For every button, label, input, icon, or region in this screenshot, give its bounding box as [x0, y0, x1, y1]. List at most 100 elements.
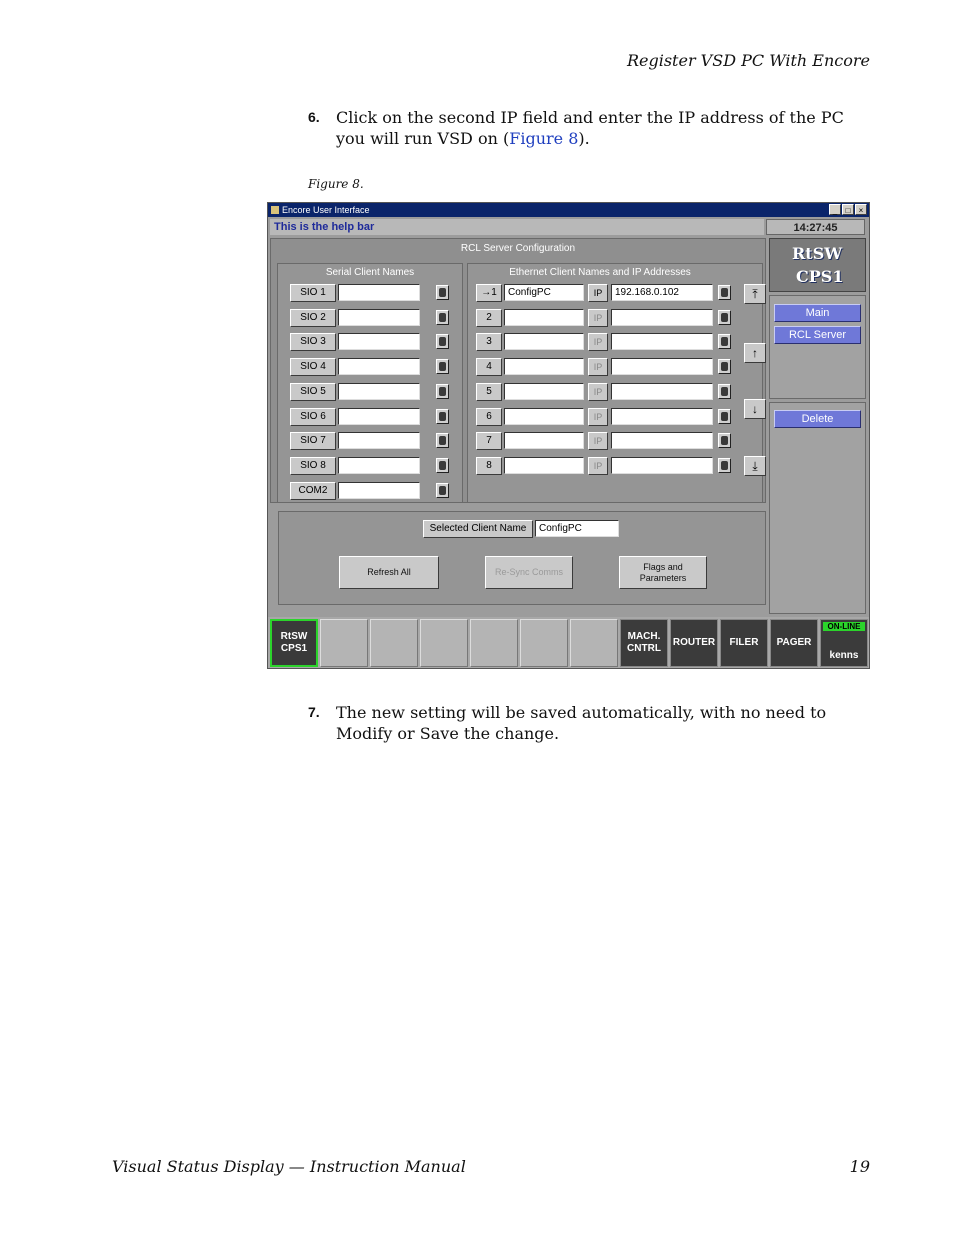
ip-button[interactable]: IP: [588, 333, 608, 352]
selected-client-field[interactable]: ConfigPC: [535, 520, 619, 537]
serial-client-field[interactable]: [338, 456, 420, 474]
rcl-server-button[interactable]: RCL Server: [774, 326, 861, 344]
status-led-icon[interactable]: [718, 433, 731, 449]
ethernet-client-label: 4: [476, 358, 502, 377]
online-badge: ON-LINE: [823, 622, 865, 631]
ethernet-client-label: 5: [476, 382, 502, 401]
ethernet-client-label: 3: [476, 333, 502, 352]
logo-line2: CPS1: [796, 267, 844, 286]
ip-address-field[interactable]: [611, 407, 713, 425]
ethernet-client-label: 2: [476, 308, 502, 327]
window-titlebar: Encore User Interface _ □ ×: [268, 203, 869, 217]
ethernet-client-name-field[interactable]: [504, 407, 584, 425]
ip-address-field[interactable]: [611, 456, 713, 474]
status-led-icon[interactable]: [718, 383, 731, 399]
flags-parameters-button[interactable]: Flags and Parameters: [619, 556, 707, 589]
status-led-icon[interactable]: [436, 285, 449, 300]
close-icon[interactable]: ×: [855, 204, 867, 215]
main-button[interactable]: Main: [774, 304, 861, 322]
serial-client-field[interactable]: [338, 407, 420, 425]
status-led-icon[interactable]: [436, 408, 449, 424]
step-text: Click on the second IP field and enter t…: [336, 108, 844, 148]
status-led-icon[interactable]: [436, 309, 449, 325]
actions-panel: Selected Client Name ConfigPC Refresh Al…: [278, 511, 766, 605]
running-header: Register VSD PC With Encore: [626, 51, 870, 70]
ip-button[interactable]: IP: [588, 308, 608, 327]
tab-empty[interactable]: [470, 619, 518, 667]
ip-button[interactable]: IP: [588, 456, 608, 475]
status-led-icon[interactable]: [718, 457, 731, 473]
maximize-icon[interactable]: □: [842, 204, 854, 215]
ethernet-client-name-field[interactable]: [504, 333, 584, 351]
serial-client-field[interactable]: [338, 432, 420, 450]
online-status: ON-LINE kenns: [820, 619, 868, 667]
tab-pager[interactable]: PAGER: [770, 619, 818, 667]
ip-button[interactable]: IP: [588, 358, 608, 377]
resync-comms-button[interactable]: Re-Sync Comms: [485, 556, 573, 589]
delete-button[interactable]: Delete: [774, 410, 861, 428]
status-led-icon[interactable]: [718, 285, 731, 300]
status-led-icon[interactable]: [436, 334, 449, 350]
serial-client-field[interactable]: [338, 358, 420, 376]
tab-mach-cntrl[interactable]: MACH. CNTRL: [620, 619, 668, 667]
ip-address-field[interactable]: [611, 432, 713, 450]
scroll-bottom-icon[interactable]: ⤓: [744, 456, 766, 476]
tab-empty[interactable]: [370, 619, 418, 667]
ip-button[interactable]: IP: [588, 284, 608, 302]
status-led-icon[interactable]: [436, 457, 449, 473]
status-led-icon[interactable]: [436, 482, 449, 498]
serial-client-field[interactable]: [338, 284, 420, 301]
app-icon: [271, 206, 279, 214]
serial-client-label: SIO 5: [290, 382, 336, 401]
scroll-up-icon[interactable]: ↑: [744, 343, 766, 363]
rtsw-logo: RtSW CPS1: [769, 238, 866, 292]
scroll-down-icon[interactable]: ↓: [744, 399, 766, 419]
step-number: 7.: [308, 704, 320, 720]
ip-address-field[interactable]: [611, 333, 713, 351]
figure-caption: Figure 8.: [308, 177, 364, 191]
serial-client-field[interactable]: [338, 382, 420, 400]
minimize-icon[interactable]: _: [829, 204, 841, 215]
tab-empty[interactable]: [420, 619, 468, 667]
selected-client-label: Selected Client Name: [423, 520, 533, 538]
bottom-tab-bar: RtSW CPS1 MACH. CNTRL ROUTER FILER PAGER …: [268, 617, 869, 668]
serial-client-field[interactable]: [338, 308, 420, 326]
encore-window: Encore User Interface _ □ × This is the …: [267, 202, 870, 669]
status-led-icon[interactable]: [436, 359, 449, 375]
ethernet-client-name-field[interactable]: [504, 358, 584, 376]
tab-filer[interactable]: FILER: [720, 619, 768, 667]
status-led-icon[interactable]: [718, 334, 731, 350]
delete-panel: [769, 402, 866, 614]
ethernet-client-name-field[interactable]: [504, 456, 584, 474]
ip-button[interactable]: IP: [588, 382, 608, 401]
tab-empty[interactable]: [320, 619, 368, 667]
status-led-icon[interactable]: [436, 433, 449, 449]
status-led-icon[interactable]: [718, 359, 731, 375]
ethernet-client-name-field[interactable]: ConfigPC: [504, 284, 584, 301]
ethernet-client-name-field[interactable]: [504, 382, 584, 400]
ip-address-field[interactable]: [611, 358, 713, 376]
figure-link[interactable]: Figure 8: [509, 129, 578, 148]
tab-rtsw-cps1[interactable]: RtSW CPS1: [270, 619, 318, 667]
refresh-all-button[interactable]: Refresh All: [339, 556, 439, 589]
ethernet-client-name-field[interactable]: [504, 432, 584, 450]
scroll-top-icon[interactable]: ⤒: [744, 284, 766, 304]
tab-empty[interactable]: [570, 619, 618, 667]
ip-address-field[interactable]: [611, 308, 713, 326]
serial-client-field[interactable]: [338, 481, 420, 499]
tab-router[interactable]: ROUTER: [670, 619, 718, 667]
ip-button[interactable]: IP: [588, 407, 608, 426]
status-led-icon[interactable]: [718, 408, 731, 424]
ethernet-client-name-field[interactable]: [504, 308, 584, 326]
serial-client-label: SIO 1: [290, 284, 336, 302]
serial-client-field[interactable]: [338, 333, 420, 351]
ip-button[interactable]: IP: [588, 432, 608, 451]
status-led-icon[interactable]: [718, 309, 731, 325]
status-led-icon[interactable]: [436, 383, 449, 399]
ip-address-field[interactable]: [611, 382, 713, 400]
user-name: kenns: [829, 650, 859, 661]
tab-empty[interactable]: [520, 619, 568, 667]
ip-address-field[interactable]: 192.168.0.102: [611, 284, 713, 301]
window-title: Encore User Interface: [282, 205, 370, 215]
serial-client-label: SIO 3: [290, 333, 336, 352]
